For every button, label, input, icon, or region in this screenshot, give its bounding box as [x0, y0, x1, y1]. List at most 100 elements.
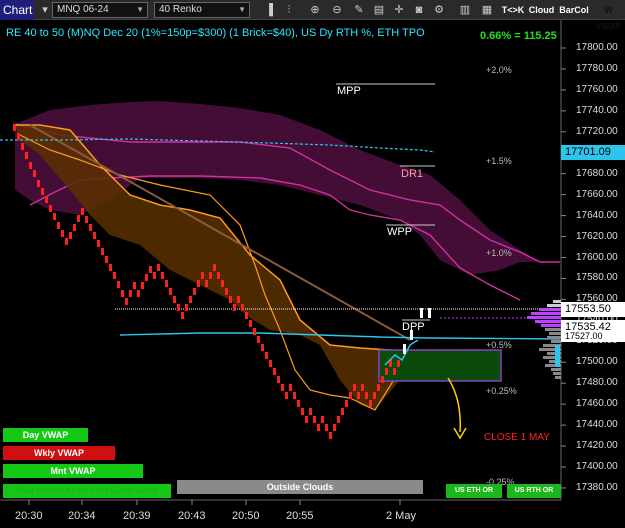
renko-brick [289, 384, 292, 391]
renko-brick [201, 272, 204, 279]
volume-profile-bar [531, 312, 561, 315]
volume-profile-bar [527, 316, 561, 319]
renko-brick [161, 272, 164, 279]
renko-brick [173, 296, 176, 303]
renko-brick [313, 416, 316, 423]
percent-label: +0.25% [486, 386, 517, 396]
renko-brick [149, 266, 152, 273]
day-vwap-button[interactable]: Day VWAP [3, 428, 88, 442]
day-vwap-line [119, 332, 561, 340]
volume-profile-bar [541, 324, 561, 327]
volume-profile-bar [555, 376, 561, 379]
renko-brick [77, 215, 80, 222]
renko-brick [273, 368, 276, 375]
renko-brick [345, 400, 348, 407]
renko-brick [145, 274, 148, 281]
renko-brick [341, 408, 344, 415]
renko-brick [245, 312, 248, 319]
us-eth-or-button[interactable]: US ETH OR [446, 484, 502, 498]
renko-brick [109, 264, 112, 271]
us-rth-or-button[interactable]: US RTH OR [507, 484, 561, 498]
renko-brick [237, 296, 240, 303]
renko-brick [169, 288, 172, 295]
price-box-last: 17553.50 [561, 302, 625, 317]
renko-brick [321, 416, 324, 423]
price-tick-label: 17580.00 [576, 272, 618, 284]
percent-label: +1.0% [486, 248, 512, 258]
percent-label: +2.0% [486, 65, 512, 75]
renko-brick [293, 392, 296, 399]
close-label: CLOSE 1 MAY [484, 432, 550, 443]
renko-brick [301, 408, 304, 415]
renko-brick [153, 272, 156, 279]
renko-brick [305, 416, 308, 423]
renko-brick [121, 290, 124, 297]
renko-brick [181, 312, 184, 319]
top-right-stat: 0.66% = 115.25 [480, 30, 557, 42]
price-tick-label: 17400.00 [576, 461, 618, 472]
renko-brick [209, 272, 212, 279]
renko-brick [377, 384, 380, 391]
renko-brick [397, 360, 400, 367]
renko-brick [337, 416, 340, 423]
price-tick-label: 17780.00 [576, 62, 618, 74]
renko-brick [229, 296, 232, 303]
renko-brick [353, 384, 356, 391]
renko-brick [61, 230, 64, 237]
renko-brick [45, 196, 48, 203]
time-tick-label: 20:55 [286, 510, 314, 522]
time-tick-label: 20:34 [68, 510, 96, 522]
price-tick-label: 17680.00 [576, 167, 618, 179]
renko-brick [329, 432, 332, 439]
renko-brick [365, 392, 368, 399]
price-tick-label: 17600.00 [576, 251, 618, 263]
volume-profile-bar [545, 328, 561, 331]
price-tick-label: 17760.00 [576, 83, 618, 95]
renko-brick [261, 344, 264, 351]
monthly-vwap-button[interactable]: Mnt VWAP [3, 464, 143, 478]
price-tick-label: 17420.00 [576, 440, 618, 452]
renko-brick [193, 288, 196, 295]
renko-brick [309, 408, 312, 415]
renko-brick [85, 216, 88, 223]
renko-brick [333, 424, 336, 431]
volume-profile-bar [547, 304, 561, 307]
renko-brick [225, 288, 228, 295]
volume-profile-bar [553, 372, 561, 375]
renko-brick [233, 304, 236, 311]
vwap-side-bar [555, 345, 560, 367]
time-tick-label: 20:43 [178, 510, 206, 522]
volume-profile-bar [553, 300, 561, 303]
renko-brick [53, 213, 56, 220]
renko-brick [29, 162, 32, 169]
renko-brick [325, 424, 328, 431]
chart-header: RE 40 to 50 (M)NQ Dec 20 (1%=150p=$300) … [6, 27, 425, 39]
renko-brick [385, 368, 388, 375]
renko-brick [17, 133, 20, 140]
renko-brick [165, 280, 168, 287]
price-tick-label: 17660.00 [576, 188, 618, 200]
renko-brick [369, 400, 372, 407]
marker-bar [428, 308, 431, 318]
renko-brick [93, 232, 96, 239]
renko-brick [241, 304, 244, 311]
renko-brick [217, 272, 220, 279]
renko-brick [21, 143, 24, 150]
renko-brick [129, 290, 132, 297]
renko-brick [13, 124, 16, 131]
renko-brick [41, 188, 44, 195]
renko-brick [349, 392, 352, 399]
price-box-level: 17527.00 [561, 331, 625, 342]
renko-brick [141, 282, 144, 289]
renko-brick [257, 336, 260, 343]
renko-brick [125, 298, 128, 305]
percent-label: +0.5% [486, 340, 512, 350]
renko-brick [213, 264, 216, 271]
renko-brick [49, 205, 52, 212]
weekly-vwap-button[interactable]: Wkly VWAP [3, 446, 115, 460]
marker-bar [420, 308, 423, 318]
price-tick-label: 17500.00 [576, 356, 618, 368]
level-label-mpp: MPP [337, 85, 361, 97]
renko-brick [89, 224, 92, 231]
renko-brick [249, 320, 252, 327]
